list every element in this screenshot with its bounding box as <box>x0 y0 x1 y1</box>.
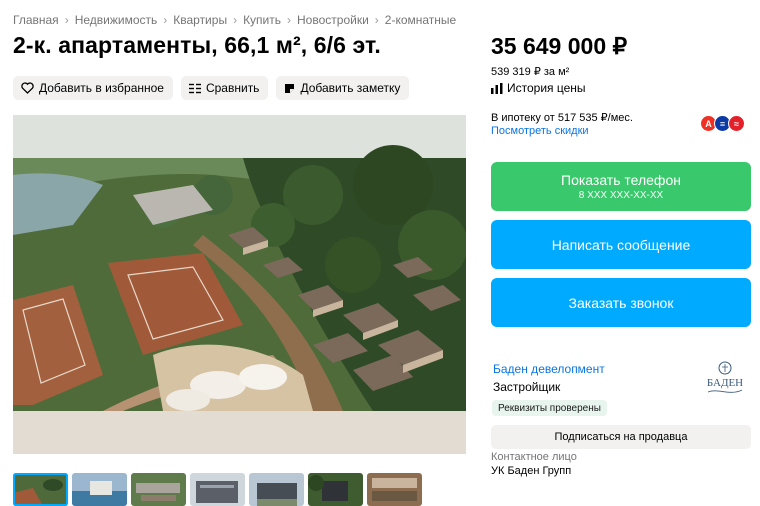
price-history-label: История цены <box>507 81 586 95</box>
subscribe-seller-button[interactable]: Подписаться на продавца <box>491 425 751 449</box>
chevron-right-icon: › <box>163 13 168 27</box>
thumbnail-4[interactable] <box>190 473 245 506</box>
logo-text: БАДЕН <box>707 377 743 389</box>
page-title: 2-к. апартаменты, 66,1 м², 6/6 эт. <box>13 32 381 58</box>
write-message-button[interactable]: Написать сообщение <box>491 220 751 269</box>
thumbnail-1[interactable] <box>13 473 68 506</box>
note-icon <box>285 83 295 93</box>
verified-badge: Реквизиты проверены <box>492 400 607 416</box>
bank-icon: ≈ <box>728 115 745 132</box>
contact-label: Контактное лицо <box>491 451 577 463</box>
main-photo[interactable] <box>13 115 466 454</box>
show-phone-label: Показать телефон <box>561 172 681 188</box>
heart-icon <box>21 82 34 94</box>
chevron-right-icon: › <box>233 13 238 27</box>
price-total: 35 649 000 ₽ <box>491 33 628 59</box>
listing-actions: Добавить в избранное Сравнить Добавить з… <box>13 76 410 100</box>
add-favorite-button[interactable]: Добавить в избранное <box>13 76 173 100</box>
breadcrumb-home[interactable]: Главная <box>13 13 59 27</box>
compare-icon <box>188 83 201 93</box>
breadcrumb-realty[interactable]: Недвижимость <box>75 13 158 27</box>
price-history-link[interactable]: История цены <box>491 81 586 95</box>
thumbnail-2[interactable] <box>72 473 127 506</box>
compare-label: Сравнить <box>205 81 260 95</box>
chevron-right-icon: › <box>374 13 379 27</box>
breadcrumb-new[interactable]: Новостройки <box>297 13 369 27</box>
phone-mask: 8 XXX XXX-XX-XX <box>578 190 664 201</box>
compare-button[interactable]: Сравнить <box>180 76 269 100</box>
baden-logo-icon: БАДЕН <box>707 361 743 393</box>
thumbnail-6[interactable] <box>308 473 363 506</box>
discounts-link[interactable]: Посмотреть скидки <box>491 125 589 137</box>
breadcrumb-buy[interactable]: Купить <box>243 13 281 27</box>
developer-role: Застройщик <box>493 380 561 394</box>
order-call-button[interactable]: Заказать звонок <box>491 278 751 327</box>
add-note-label: Добавить заметку <box>300 81 401 95</box>
breadcrumb-flats[interactable]: Квартиры <box>173 13 227 27</box>
contact-name: УК Баден Групп <box>491 465 572 477</box>
developer-name-link[interactable]: Баден девелопмент <box>493 362 605 376</box>
bar-chart-icon <box>491 82 503 94</box>
show-phone-button[interactable]: Показать телефон 8 XXX XXX-XX-XX <box>491 162 751 211</box>
breadcrumb-2room[interactable]: 2-комнатные <box>385 13 456 27</box>
add-note-button[interactable]: Добавить заметку <box>276 76 410 100</box>
thumbnail-strip <box>13 473 422 506</box>
thumbnail-7[interactable] <box>367 473 422 506</box>
add-favorite-label: Добавить в избранное <box>39 81 164 95</box>
chevron-right-icon: › <box>64 13 69 27</box>
thumbnail-3[interactable] <box>131 473 186 506</box>
price-per-m2: 539 319 ₽ за м² <box>491 66 570 78</box>
breadcrumb: Главная › Недвижимость › Квартиры › Купить ›… <box>13 13 456 27</box>
thumbnail-5[interactable] <box>249 473 304 506</box>
developer-logo[interactable]: БАДЕН <box>700 360 750 400</box>
complex-render-image <box>13 115 466 454</box>
chevron-right-icon: › <box>287 13 292 27</box>
mortgage-info: В ипотеку от 517 535 ₽/мес. <box>491 112 633 124</box>
bank-logos[interactable]: А ≡ ≈ <box>700 115 745 132</box>
